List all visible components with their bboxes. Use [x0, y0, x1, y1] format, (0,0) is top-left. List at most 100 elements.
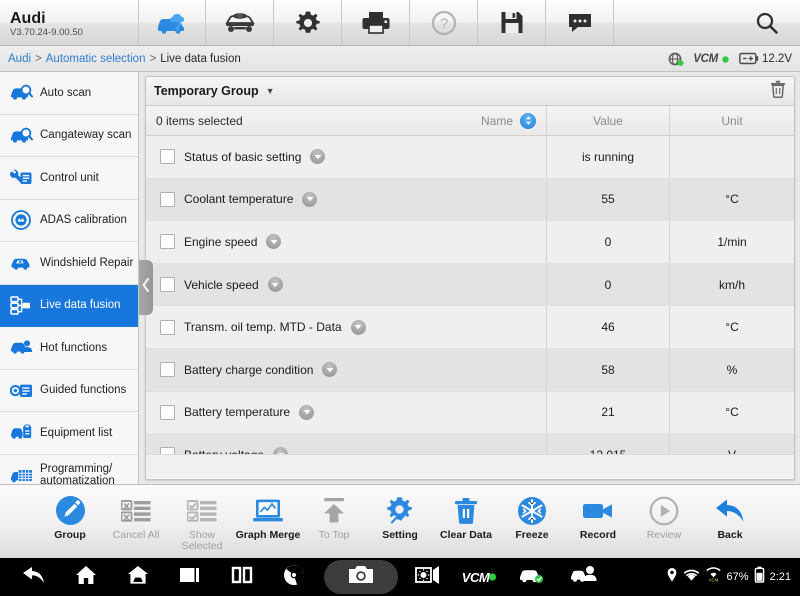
hot-functions-icon	[9, 338, 33, 358]
row-name-cell: Status of basic setting	[146, 136, 547, 178]
programming-icon	[9, 465, 33, 484]
nav-android-home-button[interactable]	[112, 558, 164, 596]
message-button[interactable]	[546, 0, 614, 45]
search-button[interactable]	[734, 0, 800, 45]
back-button[interactable]: Back	[697, 488, 763, 556]
pencil-circle-icon	[55, 495, 86, 527]
review-button[interactable]: Review	[631, 488, 697, 556]
breadcrumb-root[interactable]: Audi	[8, 53, 31, 65]
nav-brightness-button[interactable]	[402, 558, 454, 596]
sort-toggle-icon[interactable]	[520, 113, 536, 129]
toolbar-icon-group: ?	[138, 0, 734, 45]
row-dropdown-icon[interactable]	[351, 320, 366, 335]
table-row[interactable]: Vehicle speed 0 km/h	[146, 264, 794, 307]
row-dropdown-icon[interactable]	[299, 405, 314, 420]
sidebar-item-live-data-fusion[interactable]: Live data fusion	[0, 285, 138, 328]
nav-recents-button[interactable]	[164, 558, 216, 596]
nav-home-icon	[75, 565, 97, 590]
row-checkbox[interactable]	[160, 192, 175, 207]
row-dropdown-icon[interactable]	[302, 192, 317, 207]
nav-browser-button[interactable]	[268, 558, 320, 596]
table-row[interactable]: Engine speed 0 1/min	[146, 221, 794, 264]
brand-version: V3.70.24-9.00.50	[10, 27, 138, 39]
live-data-icon	[9, 295, 33, 315]
row-checkbox[interactable]	[160, 447, 175, 454]
data-rows-container[interactable]: Status of basic setting is running Coola…	[146, 136, 794, 454]
table-row[interactable]: Transm. oil temp. MTD - Data 46 °C	[146, 306, 794, 349]
table-row[interactable]: Battery voltage 12.015 V	[146, 434, 794, 454]
sidebar-item-hot-functions[interactable]: Hot functions	[0, 327, 138, 370]
save-button[interactable]	[478, 0, 546, 45]
tablet-screen: Audi V3.70.24-9.00.50	[0, 0, 800, 596]
sidebar-item-label: Hot functions	[40, 342, 107, 355]
play-circle-icon	[649, 495, 679, 527]
row-dropdown-icon[interactable]	[273, 447, 288, 454]
trash-icon	[454, 495, 478, 527]
sidebar-item-guided-functions[interactable]: Guided functions	[0, 370, 138, 413]
group-button[interactable]: Group	[37, 488, 103, 556]
selected-count-label: 0 items selected	[156, 114, 243, 128]
record-button[interactable]: Record	[565, 488, 631, 556]
nav-back-button[interactable]	[8, 558, 60, 596]
sidebar-item-adas-calibration[interactable]: ADAS calibration	[0, 200, 138, 243]
sidebar-item-control-unit[interactable]: Control unit	[0, 157, 138, 200]
row-dropdown-icon[interactable]	[322, 362, 337, 377]
show-selected-button[interactable]: Show Selected	[169, 488, 235, 556]
sidebar-item-cangateway-scan[interactable]: Cangateway scan	[0, 115, 138, 158]
row-dropdown-icon[interactable]	[266, 234, 281, 249]
chevron-down-icon[interactable]: ▼	[266, 86, 275, 96]
breadcrumb-middle[interactable]: Automatic selection	[46, 53, 146, 65]
car-scan-icon	[9, 125, 33, 145]
nav-split-screen-button[interactable]	[216, 558, 268, 596]
row-unit-cell: °C	[670, 306, 794, 348]
sidebar-item-auto-scan[interactable]: Auto scan	[0, 72, 138, 115]
clear-data-button[interactable]: Clear Data	[433, 488, 499, 556]
setting-button[interactable]: Setting	[367, 488, 433, 556]
row-unit-cell: V	[670, 434, 794, 454]
row-checkbox[interactable]	[160, 149, 175, 164]
sidebar-collapse-handle[interactable]	[139, 260, 153, 315]
nav-remote-support-button[interactable]	[558, 558, 610, 596]
settings-button[interactable]	[274, 0, 342, 45]
row-name-label: Battery charge condition	[184, 363, 313, 377]
sidebar-item-programming-automatization[interactable]: Programming/ automatization	[0, 455, 138, 485]
sidebar-item-windshield-repair[interactable]: Windshield Repair	[0, 242, 138, 285]
breadcrumb-current: Live data fusion	[160, 53, 241, 65]
table-row[interactable]: Status of basic setting is running	[146, 136, 794, 179]
nav-vcm-button[interactable]: VCM	[454, 558, 506, 596]
row-checkbox[interactable]	[160, 234, 175, 249]
row-checkbox[interactable]	[160, 277, 175, 292]
vehicle-cloud-icon	[155, 10, 189, 36]
row-checkbox[interactable]	[160, 362, 175, 377]
nav-vehicle-button[interactable]	[506, 558, 558, 596]
nav-home-button[interactable]	[60, 558, 112, 596]
row-name-cell: Battery temperature	[146, 392, 547, 434]
to-top-button[interactable]: To Top	[301, 488, 367, 556]
nav-screenshot-button[interactable]	[324, 560, 398, 594]
battery-icon	[754, 566, 765, 588]
save-icon	[500, 10, 524, 35]
row-checkbox[interactable]	[160, 405, 175, 420]
table-row[interactable]: Coolant temperature 55 °C	[146, 179, 794, 222]
vehicle-lift-button[interactable]	[206, 0, 274, 45]
print-button[interactable]	[342, 0, 410, 45]
row-name-cell: Engine speed	[146, 221, 547, 263]
delete-group-button[interactable]	[770, 80, 786, 103]
cancel-all-button[interactable]: Cancel All	[103, 488, 169, 556]
sidebar-item-equipment-list[interactable]: Equipment list	[0, 412, 138, 455]
sidebar-item-label: Auto scan	[40, 87, 91, 100]
vehicle-cloud-button[interactable]	[138, 0, 206, 45]
help-button[interactable]: ?	[410, 0, 478, 45]
row-dropdown-icon[interactable]	[268, 277, 283, 292]
help-icon: ?	[431, 10, 457, 36]
graph-merge-button[interactable]: Graph Merge	[235, 488, 301, 556]
breadcrumb-bar: Audi > Automatic selection > Live data f…	[0, 46, 800, 72]
freeze-button-label: Freeze	[515, 530, 548, 542]
freeze-button[interactable]: Freeze	[499, 488, 565, 556]
nav-left-group	[0, 558, 398, 596]
table-row[interactable]: Battery temperature 21 °C	[146, 392, 794, 435]
table-row[interactable]: Battery charge condition 58 %	[146, 349, 794, 392]
row-dropdown-icon[interactable]	[310, 149, 325, 164]
row-checkbox[interactable]	[160, 320, 175, 335]
to-top-button-label: To Top	[319, 530, 350, 542]
